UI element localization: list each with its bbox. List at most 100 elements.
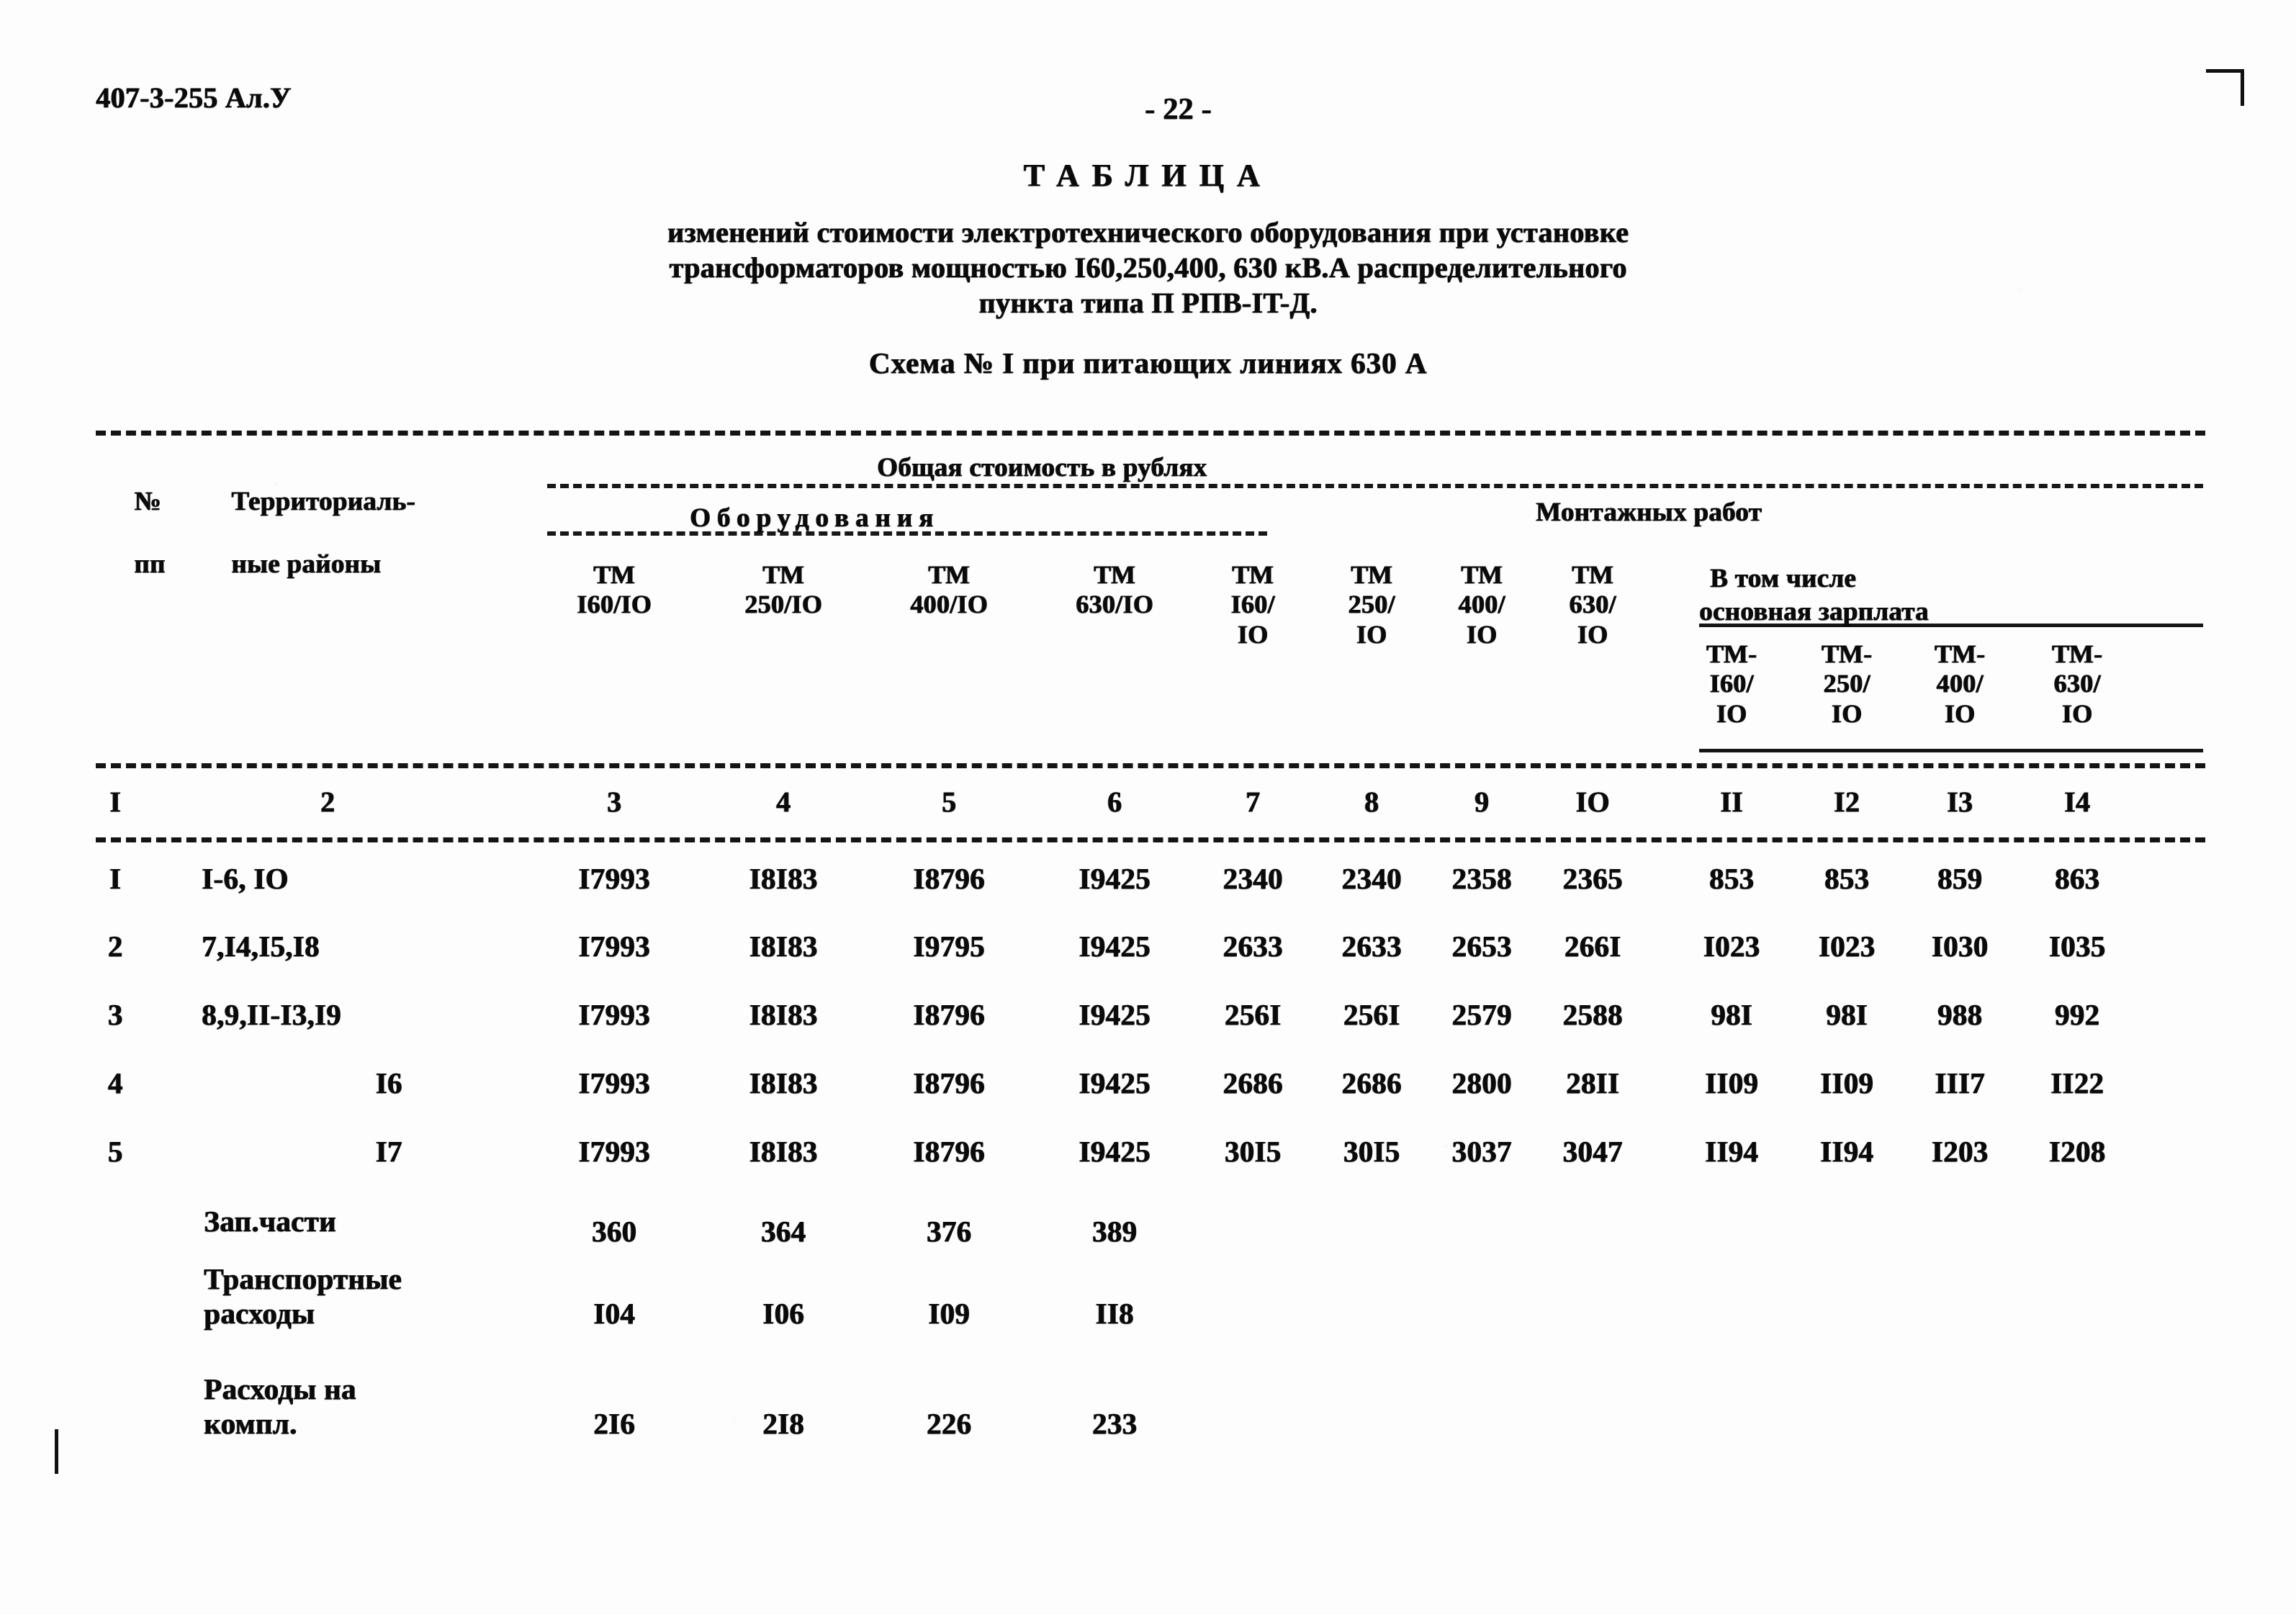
col-header-line1: ТМ [593, 560, 636, 589]
extra-label-line1: Расходы на [204, 1372, 356, 1405]
col-header-line3: IO [1466, 619, 1498, 649]
header-region-line2: ные районы [231, 549, 382, 579]
row-1-salary-2: 859 [1937, 862, 1983, 895]
row-4-equipment-3: I9425 [1079, 1066, 1151, 1099]
extra-row-3-value-0: 2I6 [593, 1407, 635, 1440]
row-5-equipment-1: I8I83 [749, 1135, 818, 1168]
column-number-top-rule [96, 763, 2205, 768]
col-header-line1: ТМ [762, 560, 805, 589]
row-region-5: I7 [375, 1135, 402, 1168]
header-equipment: Оборудования [690, 503, 940, 533]
column-number-6: 6 [1107, 786, 1122, 818]
column-number-9: 9 [1474, 786, 1490, 818]
salary-subheader-rule [1699, 749, 2203, 752]
header-region-line1: Территориаль- [231, 487, 415, 517]
row-5-montage-3: 3047 [1562, 1135, 1623, 1168]
col-header-line3: IO [1716, 698, 1747, 728]
col-header-equipment-3: ТМ 630/IO [1028, 560, 1201, 620]
scheme-line: Схема № I при питающих линиях 630 А [868, 346, 1428, 379]
extra-row-2-value-3: II8 [1095, 1297, 1134, 1330]
subtitle-line-2: трансформаторов мощностью I60,250,400, 6… [669, 251, 1627, 284]
column-number-bottom-rule [96, 837, 2205, 842]
col-header-line3: IO [1237, 619, 1269, 649]
column-number-3: 3 [606, 786, 622, 818]
row-3-salary-2: 988 [1937, 998, 1983, 1031]
corner-crop-mark-top-right [2206, 69, 2244, 106]
document-page: 407-3-255 Ал.У - 22 - ТАБЛИЦА изменений … [0, 0, 2296, 1615]
row-1-salary-3: 863 [2054, 862, 2100, 895]
col-header-montage-0: ТМ I60/IO [1188, 560, 1318, 649]
col-header-line2: 250/ [1348, 590, 1395, 619]
extra-row-2-value-0: I04 [593, 1297, 635, 1330]
row-4-equipment-2: I8796 [913, 1066, 985, 1099]
corner-crop-mark-bottom-left [55, 1429, 83, 1474]
col-header-line1: ТМ [1231, 560, 1274, 589]
table-top-rule [96, 431, 2205, 436]
extra-row-1-value-0: 360 [591, 1215, 637, 1248]
extra-row-2-value-2: I09 [928, 1297, 970, 1330]
header-including: В том числе [1710, 564, 1856, 593]
column-number-13: I3 [1946, 786, 1973, 818]
row-number-1: I [109, 862, 122, 895]
row-number-3: 3 [107, 998, 123, 1031]
col-header-salary-0: ТМ- I60/IO [1667, 639, 1796, 729]
row-2-equipment-1: I8I83 [749, 930, 818, 963]
row-4-salary-2: III7 [1935, 1066, 1985, 1099]
column-number-7: 7 [1245, 786, 1261, 818]
row-1-equipment-3: I9425 [1079, 862, 1151, 895]
row-3-equipment-1: I8I83 [749, 998, 818, 1031]
extra-row-3-value-2: 226 [926, 1407, 972, 1440]
col-header-salary-2: ТМ- 400/IO [1895, 639, 2025, 729]
extra-label-line1: Зап.части [204, 1205, 336, 1238]
row-3-equipment-3: I9425 [1079, 998, 1151, 1031]
col-header-line2: 400/IO [910, 590, 988, 619]
col-header-line2: 250/ [1823, 669, 1870, 698]
row-4-salary-3: II22 [2050, 1066, 2104, 1099]
column-number-11: II [1720, 786, 1743, 818]
row-2-montage-0: 2633 [1223, 930, 1283, 963]
row-4-montage-0: 2686 [1223, 1066, 1283, 1099]
col-header-line2: 630/ [1569, 590, 1616, 619]
col-header-line2: 630/ [2053, 669, 2101, 698]
col-header-equipment-0: ТМ I60/IO [528, 560, 701, 620]
row-1-montage-3: 2365 [1562, 862, 1623, 895]
row-3-equipment-0: I7993 [578, 998, 650, 1031]
col-header-line2: 400/ [1936, 669, 1984, 698]
column-number-4: 4 [775, 786, 791, 818]
col-header-line1: ТМ- [1934, 639, 1986, 668]
row-5-equipment-0: I7993 [578, 1135, 650, 1168]
col-header-line1: ТМ [1093, 560, 1136, 589]
row-number-2: 2 [107, 930, 123, 963]
extra-label-line1: Транспортные [204, 1262, 402, 1295]
col-header-line2: 400/ [1458, 590, 1505, 619]
table-heading: ТАБЛИЦА [1023, 158, 1273, 193]
col-header-line1: ТМ- [1706, 639, 1757, 668]
col-header-equipment-2: ТМ 400/IO [863, 560, 1035, 620]
row-5-equipment-2: I8796 [913, 1135, 985, 1168]
column-number-1: I [109, 786, 121, 818]
row-5-salary-3: I208 [2048, 1135, 2106, 1168]
col-header-salary-3: ТМ- 630/IO [2012, 639, 2142, 729]
document-code: 407-3-255 Ал.У [96, 81, 292, 114]
column-number-14: I4 [2063, 786, 2091, 818]
col-header-line3: IO [1356, 619, 1387, 649]
col-header-line3: IO [1944, 698, 1976, 728]
col-header-line1: ТМ [1460, 560, 1503, 589]
row-2-montage-3: 266I [1564, 930, 1621, 963]
col-header-line3: IO [1831, 698, 1863, 728]
col-header-line1: ТМ- [2051, 639, 2103, 668]
extra-row-3-value-3: 233 [1091, 1407, 1138, 1440]
col-header-equipment-1: ТМ 250/IO [697, 560, 870, 620]
row-3-montage-3: 2588 [1562, 998, 1623, 1031]
col-header-line2: 630/IO [1076, 590, 1153, 619]
col-header-line2: I60/ [1709, 669, 1754, 698]
row-number-4: 4 [107, 1066, 123, 1099]
column-number-5: 5 [941, 786, 957, 818]
subtitle-line-3: пункта типа П РПВ-IT-Д. [978, 286, 1318, 319]
header-region: Территориаль- ные районы [204, 455, 415, 611]
column-number-12: I2 [1833, 786, 1860, 818]
header-total-cost: Общая стоимость в рублях [877, 453, 1207, 482]
extra-row-1-value-3: 389 [1091, 1215, 1138, 1248]
column-number-10: IO [1575, 786, 1610, 818]
col-header-line1: ТМ- [1821, 639, 1873, 668]
